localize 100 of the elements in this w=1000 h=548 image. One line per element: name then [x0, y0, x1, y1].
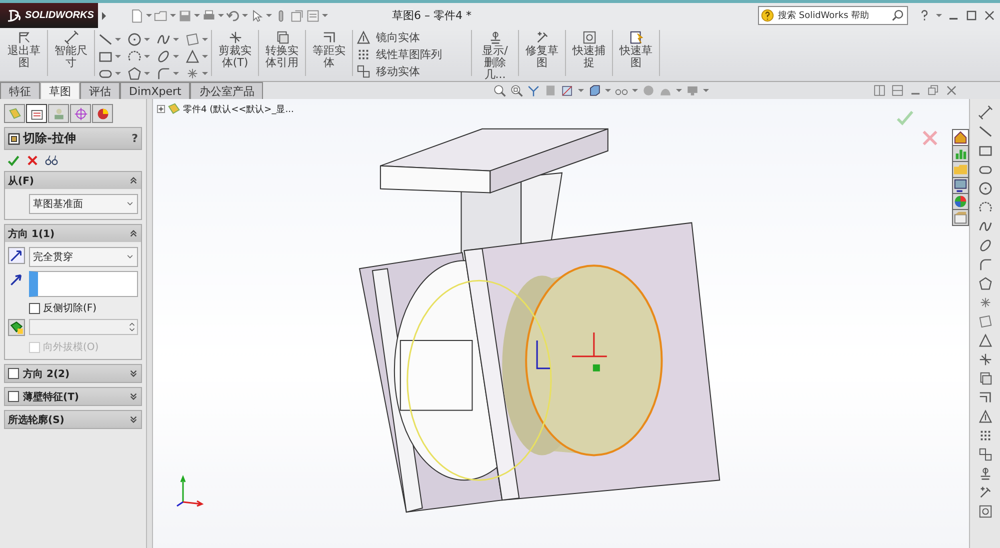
section-header[interactable]: 方向 1(1) [5, 225, 141, 242]
caret-icon[interactable] [194, 14, 200, 17]
spline-tool-icon[interactable] [978, 219, 992, 234]
ellipse-tool-icon[interactable] [156, 49, 171, 64]
file-properties-icon[interactable] [290, 8, 304, 22]
caret-icon[interactable] [115, 55, 121, 58]
trim-tool-icon[interactable] [228, 30, 242, 45]
pie-chart-icon[interactable] [96, 106, 110, 120]
section-header[interactable]: 所选轮廓(S) [5, 411, 141, 428]
caret-icon[interactable] [242, 14, 248, 17]
cancel-x-icon[interactable] [26, 154, 39, 167]
ribbon-button[interactable]: 线性草图阵列 [356, 47, 468, 62]
spinner-field[interactable] [29, 319, 138, 335]
options-icon[interactable] [306, 8, 320, 22]
ok-check-icon[interactable] [7, 154, 20, 167]
window-icon[interactable] [953, 178, 968, 193]
ribbon-tab[interactable]: 特征 [0, 82, 40, 99]
caret-icon[interactable] [632, 89, 638, 92]
tree-item[interactable]: 零件4 (默认<<默认>_显... [183, 102, 294, 116]
ribbon-button[interactable]: 移动实体 [356, 64, 468, 79]
pattern-tool-icon[interactable] [356, 47, 371, 62]
caret-icon[interactable] [144, 38, 150, 41]
ribbon-button[interactable]: 剪裁实体(T) [215, 30, 255, 69]
caret-icon[interactable] [218, 14, 224, 17]
ribbon-button[interactable]: 快速草图 [616, 30, 656, 69]
expand-icon[interactable] [129, 415, 138, 424]
ribbon-tab[interactable]: 评估 [80, 82, 120, 99]
caret-icon[interactable] [144, 55, 150, 58]
caret-icon[interactable] [144, 72, 150, 75]
snap-tool-icon[interactable] [582, 30, 596, 45]
glasses-icon[interactable] [45, 154, 58, 167]
dropdown[interactable]: 完全贯穿 [29, 247, 138, 267]
caret-icon[interactable] [322, 14, 328, 17]
caret-icon[interactable] [703, 89, 710, 92]
line-tool-icon[interactable] [978, 124, 992, 139]
confirm-check-icon[interactable] [896, 109, 914, 127]
close-icon[interactable] [945, 84, 958, 97]
ribbon-button[interactable]: 转换实体引用 [262, 30, 302, 69]
close-icon[interactable] [983, 9, 996, 22]
ribbon-button[interactable]: 显示/删除几... [475, 30, 515, 81]
dropdown[interactable]: 草图基准面 [29, 194, 138, 214]
caret-icon[interactable] [266, 14, 272, 17]
ribbon-button[interactable]: 快速捕捉 [569, 30, 609, 69]
previous-view-icon[interactable] [527, 84, 540, 97]
ribbon-button[interactable]: 智能尺寸 [51, 30, 91, 69]
rect-tool-icon[interactable] [98, 49, 113, 64]
dim-tool-icon[interactable] [64, 30, 78, 45]
save-icon[interactable] [178, 8, 192, 22]
caret-icon[interactable] [115, 72, 121, 75]
maximize-icon[interactable] [965, 9, 978, 22]
section-header[interactable]: 从(F) [5, 172, 141, 189]
repair-tool-icon[interactable] [534, 30, 550, 45]
caret-icon[interactable] [170, 14, 176, 17]
zoom-to-fit-icon[interactable] [493, 84, 506, 97]
caret-icon[interactable] [936, 14, 942, 17]
ellipse-tool-icon[interactable] [978, 238, 992, 253]
menu-arrow-icon[interactable] [102, 12, 106, 20]
spin-arrows-icon[interactable] [129, 322, 135, 332]
caret-icon[interactable] [173, 72, 179, 75]
caret-icon[interactable] [173, 38, 179, 41]
line-tool-icon[interactable] [98, 32, 113, 47]
collapse-icon[interactable] [129, 176, 138, 185]
direction-arrows-icon[interactable] [8, 247, 25, 264]
ribbon-tab[interactable]: 草图 [40, 82, 80, 99]
expand-icon[interactable] [129, 392, 138, 401]
viewport-icon[interactable] [873, 84, 886, 97]
print-icon[interactable] [202, 8, 216, 22]
box-icon[interactable] [953, 210, 968, 225]
move-tool-icon[interactable] [356, 64, 371, 79]
face-select-icon[interactable] [8, 319, 25, 336]
viewport-icon[interactable] [891, 84, 904, 97]
caret-icon[interactable] [676, 89, 682, 92]
help-mark[interactable]: ? [132, 132, 138, 145]
new-document-icon[interactable] [130, 8, 144, 22]
convert-tool-icon[interactable] [274, 30, 290, 45]
caret-icon[interactable] [173, 55, 179, 58]
undo-icon[interactable] [226, 8, 240, 22]
trim-tool-icon[interactable] [978, 352, 992, 367]
search-field[interactable]: 搜索 SolidWorks 帮助 [758, 6, 908, 25]
exit-tool-icon[interactable] [16, 30, 32, 45]
ribbon-button[interactable]: 修复草图 [522, 30, 562, 69]
offset-tool-icon[interactable] [322, 30, 336, 45]
polygon-tool-icon[interactable] [127, 66, 142, 81]
mirror-tool-icon[interactable] [978, 409, 992, 424]
spline-tool-icon[interactable] [156, 32, 171, 47]
caret-icon[interactable] [115, 38, 121, 41]
caret-icon[interactable] [202, 72, 208, 75]
ribbon-button[interactable]: 镜向实体 [356, 30, 468, 45]
panel-tab[interactable] [26, 104, 47, 123]
mirror-tool-icon[interactable] [356, 30, 371, 45]
collapse-icon[interactable] [129, 229, 138, 238]
warning-tool-icon[interactable] [185, 49, 200, 64]
house-icon[interactable] [953, 130, 968, 145]
repair-tool-icon[interactable] [978, 485, 992, 500]
circle-tool-icon[interactable] [127, 32, 142, 47]
section-header[interactable]: 方向 2(2) [5, 365, 141, 382]
fillet-tool-icon[interactable] [978, 257, 992, 272]
checkbox[interactable] [8, 391, 19, 402]
ribbon-tab[interactable]: DimXpert [120, 82, 190, 99]
convert-tool-icon[interactable] [978, 371, 992, 386]
